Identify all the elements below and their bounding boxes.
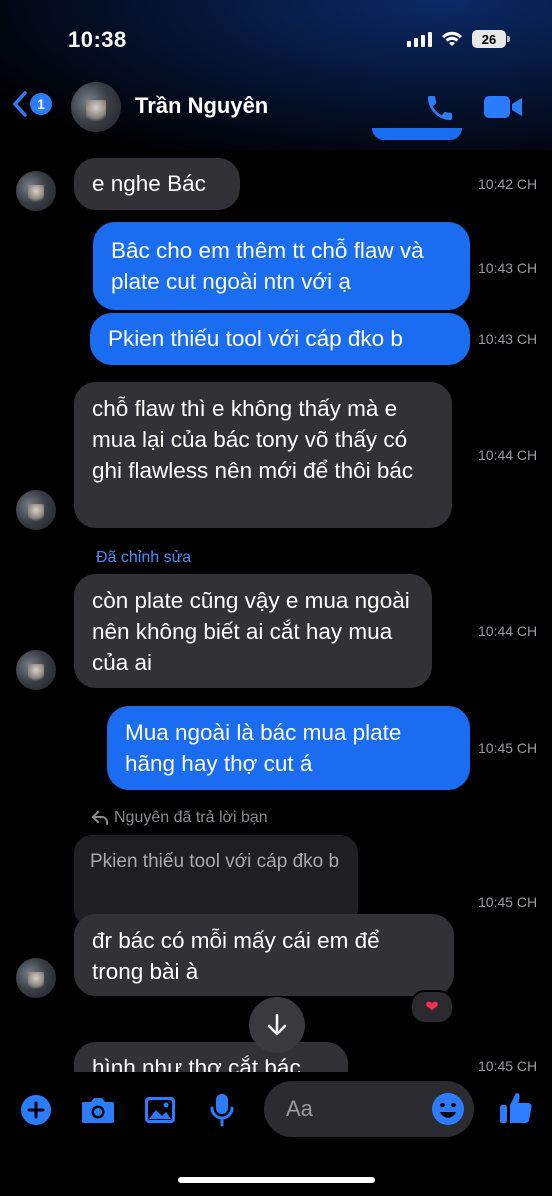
home-indicator[interactable]	[178, 1177, 375, 1183]
plus-circle-icon[interactable]	[20, 1094, 52, 1126]
message-bubble[interactable]: đr bác có mỗi mấy cái em để trong bài à	[74, 914, 454, 996]
sender-avatar[interactable]	[16, 958, 56, 998]
wifi-icon	[442, 31, 462, 46]
camera-icon[interactable]	[80, 1094, 116, 1126]
phone-call-icon[interactable]	[424, 92, 456, 124]
sender-avatar[interactable]	[16, 490, 56, 530]
previous-message-edge	[372, 128, 462, 140]
reply-arrow-icon	[92, 811, 108, 825]
message-time: 10:42 CH	[478, 176, 538, 192]
battery-icon: 26	[472, 30, 510, 48]
message-bubble[interactable]: chỗ flaw thì e không thấy mà e mua lại c…	[74, 382, 452, 528]
message-input-placeholder: Aa	[286, 1096, 313, 1121]
sender-avatar[interactable]	[16, 171, 56, 211]
sender-avatar[interactable]	[16, 650, 56, 690]
message-bubble[interactable]: Pkien thiếu tool với cáp đko b	[90, 313, 470, 365]
message-time: 10:43 CH	[478, 331, 538, 347]
message-time: 10:45 CH	[478, 740, 538, 756]
unread-badge: 1	[30, 93, 52, 115]
arrow-down-icon	[267, 1013, 287, 1036]
message-bubble[interactable]: còn plate cũng vậy e mua ngoài nên không…	[74, 574, 432, 688]
video-call-icon[interactable]	[483, 94, 523, 120]
reply-meta: Nguyên đã trả lời bạn	[92, 809, 268, 827]
message-bubble[interactable]: e nghe Bác	[74, 158, 240, 210]
scroll-to-bottom-button[interactable]	[249, 997, 305, 1053]
message-time: 10:44 CH	[478, 623, 538, 639]
thumbs-up-icon[interactable]	[498, 1090, 534, 1126]
status-time: 10:38	[68, 27, 127, 52]
edited-label: Đã chỉnh sửa	[96, 549, 192, 566]
message-time: 10:45 CH	[478, 894, 538, 910]
cellular-signal-icon	[407, 31, 432, 47]
contact-name[interactable]: Trần Nguyên	[135, 93, 268, 119]
chevron-left-icon	[13, 91, 27, 117]
image-icon[interactable]	[143, 1094, 177, 1126]
message-bubble[interactable]: Bâc cho em thêm tt chỗ flaw và plate cut…	[93, 222, 470, 310]
contact-avatar[interactable]	[71, 82, 121, 132]
message-time: 10:43 CH	[478, 260, 538, 276]
reply-meta-text: Nguyên đã trả lời bạn	[114, 809, 268, 826]
status-icons: 26	[407, 30, 510, 48]
message-time: 10:44 CH	[478, 447, 538, 463]
microphone-icon[interactable]	[208, 1092, 236, 1128]
emoji-icon[interactable]	[431, 1092, 465, 1126]
back-button[interactable]: 1	[12, 90, 52, 118]
heart-reaction-icon[interactable]: ❤	[410, 990, 454, 1024]
message-bubble[interactable]: Mua ngoài là bác mua plate hãng hay thợ …	[107, 706, 470, 790]
